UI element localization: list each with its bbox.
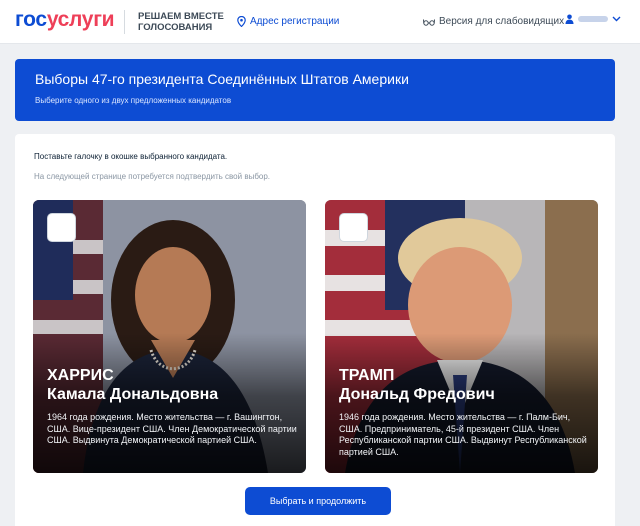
top-header: госуслуги РЕШАЕМ ВМЕСТЕ ГОЛОСОВАНИЯ Адре… xyxy=(0,0,640,44)
candidate-surname: ТРАМП xyxy=(339,367,395,384)
candidate-bio-harris: 1964 года рождения. Место жительства — г… xyxy=(47,412,297,445)
header-divider xyxy=(124,10,125,34)
logo-part-gos: гос xyxy=(15,8,47,31)
gosuslugi-logo[interactable]: госуслуги xyxy=(15,8,115,32)
slogan-line-2: ГОЛОСОВАНИЯ xyxy=(138,22,213,33)
candidate-given-names: Дональд Фредович xyxy=(339,386,495,403)
page-title: Выборы 47-го президента Соединённых Штат… xyxy=(35,71,409,87)
instruction-text: Поставьте галочку в окошке выбранного ка… xyxy=(34,152,228,161)
candidate-given-names: Камала Дональдовна xyxy=(47,386,219,403)
candidate-card-trump[interactable]: ТРАМП Дональд Фредович 1946 года рождени… xyxy=(325,200,598,473)
hint-text: На следующей странице потребуется подтве… xyxy=(34,172,271,181)
glasses-icon xyxy=(423,18,435,26)
user-icon xyxy=(565,14,574,24)
candidate-surname: ХАРРИС xyxy=(47,367,114,384)
candidate-name-trump: ТРАМП Дональд Фредович xyxy=(339,366,495,404)
low-vision-link[interactable]: Версия для слабовидящих xyxy=(423,16,564,27)
address-link[interactable]: Адрес регистрации xyxy=(237,16,339,27)
location-pin-icon xyxy=(237,16,246,27)
candidate-bio-trump: 1946 года рождения. Место жительства — г… xyxy=(339,412,587,457)
slogan-line-1: РЕШАЕМ ВМЕСТЕ xyxy=(138,11,224,22)
chevron-down-icon xyxy=(612,16,621,22)
header-slogan: РЕШАЕМ ВМЕСТЕ ГОЛОСОВАНИЯ xyxy=(138,11,224,33)
select-checkbox-trump[interactable] xyxy=(339,213,368,242)
candidate-card-harris[interactable]: ХАРРИС Камала Дональдовна 1964 года рожд… xyxy=(33,200,306,473)
user-menu[interactable] xyxy=(565,14,621,24)
low-vision-label: Версия для слабовидящих xyxy=(439,16,565,27)
user-name xyxy=(578,16,608,22)
address-link-label: Адрес регистрации xyxy=(250,16,340,27)
select-and-continue-button[interactable]: Выбрать и продолжить xyxy=(245,487,391,515)
ballot-card: Поставьте галочку в окошке выбранного ка… xyxy=(15,134,615,526)
logo-part-uslugi: услуги xyxy=(46,8,115,31)
select-checkbox-harris[interactable] xyxy=(47,213,76,242)
election-banner: Выборы 47-го президента Соединённых Штат… xyxy=(15,59,615,121)
candidate-name-harris: ХАРРИС Камала Дональдовна xyxy=(47,366,218,404)
page-subtitle: Выберите одного из двух предложенных кан… xyxy=(35,96,232,105)
